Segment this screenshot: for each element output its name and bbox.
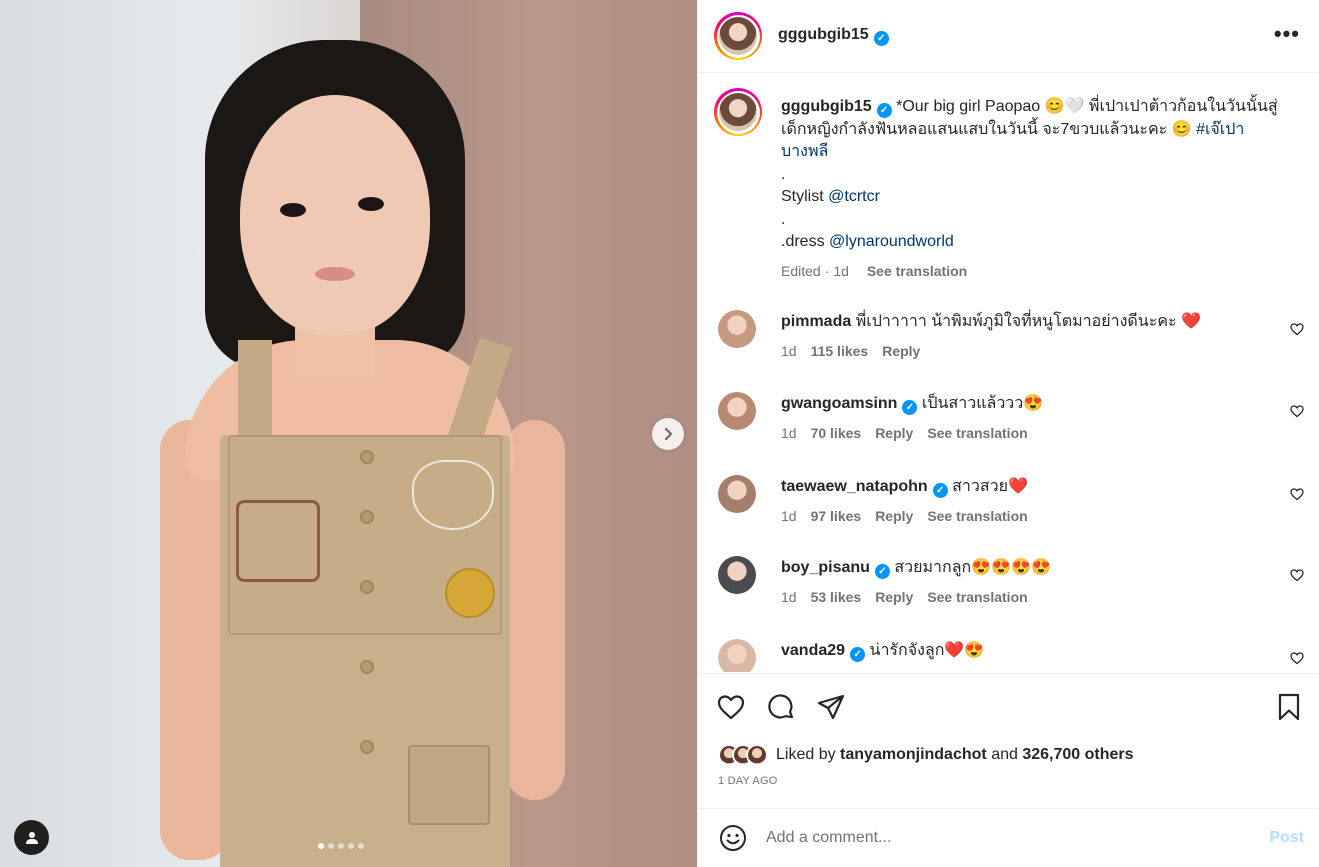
author-username[interactable]: gggubgib15 ✓ bbox=[778, 26, 889, 46]
comment-age: 1d bbox=[781, 343, 797, 359]
comment-reply-button[interactable]: Reply bbox=[875, 508, 913, 524]
comment-likes-count[interactable]: 97 likes bbox=[811, 508, 862, 524]
verified-badge-icon: ✓ bbox=[874, 564, 890, 579]
commenter-avatar[interactable] bbox=[718, 556, 756, 594]
comment-row: pimmada พี่เปาาาาา น้าพิมพ์ภูมิใจที่หนูโ… bbox=[714, 310, 1304, 370]
comment-bubble-icon[interactable] bbox=[766, 692, 796, 722]
comment-username[interactable]: pimmada bbox=[781, 313, 851, 330]
comment-like-heart-icon[interactable] bbox=[1290, 651, 1304, 665]
carousel-dots bbox=[318, 843, 364, 849]
caption-username[interactable]: gggubgib15 bbox=[781, 98, 872, 115]
caption-dot: . bbox=[781, 210, 786, 228]
comment-text: สาวสวย❤️ bbox=[952, 478, 1028, 495]
comment-text: เป็นสาวแล้ววว😍 bbox=[921, 395, 1044, 412]
comment-meta: 1d 97 likes Reply See translation bbox=[781, 508, 1042, 524]
comment-username[interactable]: boy_pisanu bbox=[781, 559, 870, 576]
comment-row: taewaew_natapohn ✓ สาวสวย❤️ 1d 97 likes Repl… bbox=[714, 475, 1304, 535]
commenter-avatar[interactable] bbox=[718, 475, 756, 513]
post-side-panel: gggubgib15 ✓ ••• gggubgib15 ✓ *Our big gir… bbox=[697, 0, 1319, 867]
comment-like-heart-icon[interactable] bbox=[1290, 568, 1304, 582]
user-icon bbox=[25, 831, 38, 844]
comment-like-heart-icon[interactable] bbox=[1290, 322, 1304, 336]
comment-see-translation-link[interactable]: See translation bbox=[927, 425, 1027, 441]
see-translation-link[interactable]: See translation bbox=[867, 263, 967, 279]
comment-row: vanda29 ✓ น่ารักจังลูก❤️😍 bbox=[714, 639, 1304, 672]
comment-age: 1d bbox=[781, 508, 797, 524]
comments-scroll-area[interactable]: gggubgib15 ✓ *Our big girl Paopao 😊🤍 พี่เ… bbox=[698, 74, 1319, 672]
carousel-next-button[interactable] bbox=[652, 418, 684, 450]
author-avatar[interactable] bbox=[714, 12, 762, 60]
share-paper-plane-icon[interactable] bbox=[816, 692, 846, 722]
comment-meta: 1d 115 likes Reply bbox=[781, 343, 934, 359]
post-media[interactable] bbox=[0, 0, 697, 867]
caption-author-avatar[interactable] bbox=[714, 88, 762, 136]
comment-text: พี่เปาาาาา น้าพิมพ์ภูมิใจที่หนูโตมาอย่าง… bbox=[855, 313, 1201, 330]
photo-girl-figure bbox=[150, 40, 570, 867]
carousel-dot bbox=[338, 843, 344, 849]
comment-like-heart-icon[interactable] bbox=[1290, 487, 1304, 501]
comment-reply-button[interactable]: Reply bbox=[875, 589, 913, 605]
commenter-avatar[interactable] bbox=[718, 310, 756, 348]
caption-meta: Edited · 1d See translation bbox=[781, 262, 968, 279]
save-bookmark-icon[interactable] bbox=[1274, 692, 1304, 722]
comment-reply-button[interactable]: Reply bbox=[882, 343, 920, 359]
comment-username[interactable]: vanda29 bbox=[781, 642, 845, 659]
post-timestamp: 1 DAY AGO bbox=[718, 775, 778, 787]
liked-by-user[interactable]: tanyamonjindachot bbox=[840, 746, 987, 764]
more-options-button[interactable]: ••• bbox=[1274, 23, 1300, 45]
post-header: gggubgib15 ✓ ••• bbox=[698, 0, 1319, 73]
carousel-dot bbox=[358, 843, 364, 849]
post-comment-button[interactable]: Post bbox=[1269, 829, 1304, 847]
tagged-users-button[interactable] bbox=[14, 820, 49, 855]
carousel-dot bbox=[318, 843, 324, 849]
stylist-mention[interactable]: @tcrtcr bbox=[828, 188, 880, 205]
comment-age: 1d bbox=[781, 425, 797, 441]
likes-summary[interactable]: Liked by tanyamonjindachot and 326,700 o… bbox=[718, 744, 1134, 766]
verified-badge-icon: ✓ bbox=[873, 31, 889, 46]
comment-row: boy_pisanu ✓ สวยมากลูก😍😍😍😍 1d 53 likes Reply… bbox=[714, 556, 1304, 616]
comment-text: น่ารักจังลูก❤️😍 bbox=[869, 642, 985, 659]
comment-see-translation-link[interactable]: See translation bbox=[927, 508, 1027, 524]
comment-text: สวยมากลูก😍😍😍😍 bbox=[894, 559, 1051, 576]
comment-username[interactable]: taewaew_natapohn bbox=[781, 478, 928, 495]
commenter-avatar[interactable] bbox=[718, 639, 756, 672]
comment-likes-count[interactable]: 70 likes bbox=[811, 425, 862, 441]
comment-like-heart-icon[interactable] bbox=[1290, 404, 1304, 418]
add-comment-bar: Post bbox=[698, 808, 1319, 867]
add-comment-input[interactable] bbox=[766, 829, 1236, 847]
verified-badge-icon: ✓ bbox=[850, 647, 866, 662]
dress-mention[interactable]: @lynaroundworld bbox=[829, 233, 954, 250]
liked-by-others-count[interactable]: 326,700 others bbox=[1022, 746, 1133, 764]
verified-badge-icon: ✓ bbox=[932, 483, 948, 498]
comment-likes-count[interactable]: 53 likes bbox=[811, 589, 862, 605]
caption-dress-line: .dress @lynaroundworld bbox=[781, 233, 954, 250]
chevron-right-icon bbox=[664, 427, 673, 441]
verified-badge-icon: ✓ bbox=[902, 400, 918, 415]
emoji-smiley-icon[interactable] bbox=[718, 823, 748, 853]
caption-stylist-line: Stylist @tcrtcr bbox=[781, 188, 880, 205]
comment-meta: 1d 53 likes Reply See translation bbox=[781, 589, 1042, 605]
carousel-dot bbox=[348, 843, 354, 849]
comment-reply-button[interactable]: Reply bbox=[875, 425, 913, 441]
comment-row: gwangoamsinn ✓ เป็นสาวแล้ววว😍 1d 70 likes Re… bbox=[714, 392, 1304, 452]
comment-age: 1d bbox=[781, 589, 797, 605]
like-heart-icon[interactable] bbox=[716, 692, 746, 722]
post-actions: Liked by tanyamonjindachot and 326,700 o… bbox=[698, 673, 1319, 793]
comment-meta: 1d 70 likes Reply See translation bbox=[781, 425, 1042, 441]
comment-username[interactable]: gwangoamsinn bbox=[781, 395, 897, 412]
post-dialog: gggubgib15 ✓ ••• gggubgib15 ✓ *Our big gir… bbox=[0, 0, 1319, 867]
carousel-dot bbox=[328, 843, 334, 849]
comment-see-translation-link[interactable]: See translation bbox=[927, 589, 1027, 605]
caption-dot: . bbox=[781, 165, 786, 183]
liker-avatars bbox=[718, 744, 768, 766]
comment-likes-count[interactable]: 115 likes bbox=[811, 343, 869, 359]
commenter-avatar[interactable] bbox=[718, 392, 756, 430]
verified-badge-icon: ✓ bbox=[876, 103, 892, 118]
